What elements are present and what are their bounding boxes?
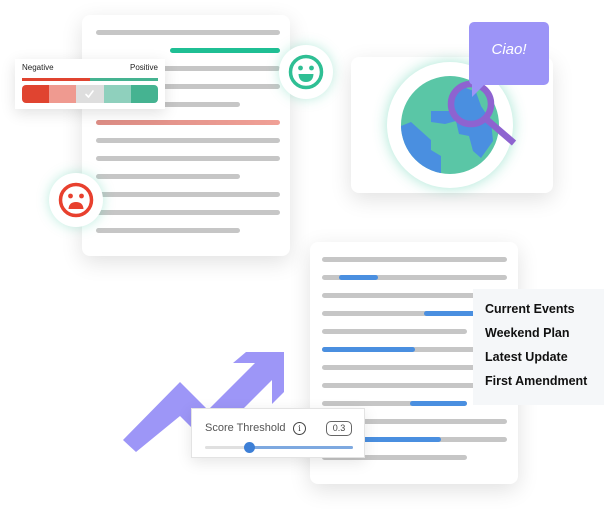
- text-line: [96, 192, 280, 197]
- topic-list: Current Events Weekend Plan Latest Updat…: [473, 289, 604, 405]
- bubble-tail: [472, 84, 485, 97]
- happy-face-badge: [279, 45, 333, 99]
- text-line: [322, 257, 507, 262]
- text-line: [96, 174, 240, 179]
- happy-face-icon: [288, 54, 324, 90]
- text-line: [322, 329, 467, 334]
- threshold-slider[interactable]: [205, 442, 353, 453]
- info-icon[interactable]: i: [293, 422, 306, 435]
- topic-highlight: [410, 401, 467, 406]
- sad-face-icon: [58, 182, 94, 218]
- sad-face-badge: [49, 173, 103, 227]
- segment-negative[interactable]: [49, 85, 77, 103]
- sentiment-segments: [22, 85, 158, 103]
- positive-label: Positive: [129, 63, 158, 72]
- score-threshold-widget: Score Threshold i 0.3: [191, 408, 365, 458]
- translation-bubble: Ciao!: [469, 22, 549, 85]
- topic-highlight: [322, 347, 415, 352]
- negative-label: Negative: [22, 63, 54, 72]
- segment-neutral[interactable]: [76, 85, 104, 103]
- segment-strong-positive[interactable]: [130, 85, 158, 103]
- check-icon: [85, 90, 95, 98]
- sentiment-scale: Negative Positive: [15, 59, 165, 109]
- text-line: [96, 138, 280, 143]
- topic-item[interactable]: Current Events: [485, 301, 604, 325]
- text-line: [96, 30, 280, 35]
- threshold-value[interactable]: 0.3: [326, 421, 352, 436]
- negative-bar: [22, 78, 90, 81]
- segment-strong-negative[interactable]: [22, 85, 50, 103]
- text-line: [96, 156, 280, 161]
- segment-positive[interactable]: [103, 85, 131, 103]
- slider-fill: [249, 446, 353, 449]
- positive-bar: [90, 78, 158, 81]
- topic-item[interactable]: Latest Update: [485, 349, 604, 373]
- topic-highlight: [339, 275, 378, 280]
- text-line: [96, 210, 280, 215]
- negative-highlight: [96, 120, 280, 125]
- text-line: [96, 228, 240, 233]
- positive-highlight: [170, 48, 280, 53]
- topic-item[interactable]: First Amendment: [485, 373, 604, 397]
- sentiment-document-card: [82, 15, 290, 256]
- score-threshold-label: Score Threshold: [205, 422, 286, 434]
- topic-item[interactable]: Weekend Plan: [485, 325, 604, 349]
- slider-knob[interactable]: [243, 442, 255, 453]
